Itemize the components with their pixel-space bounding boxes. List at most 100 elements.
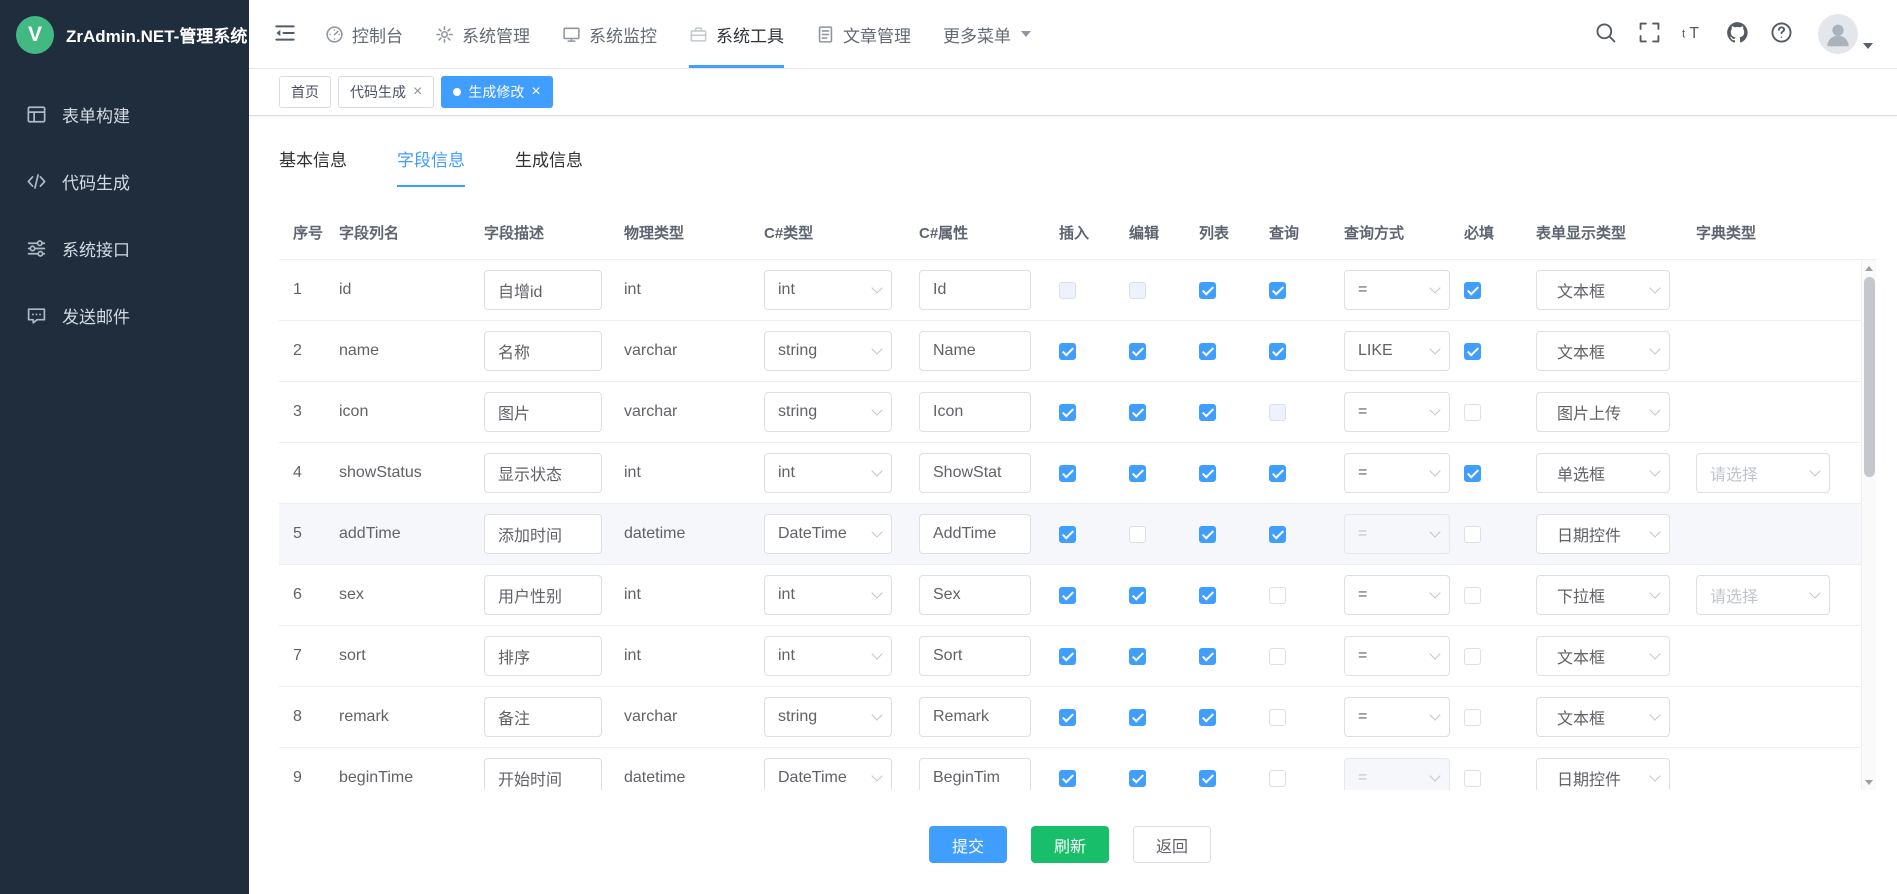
field-description-input[interactable] (484, 270, 602, 310)
csharp-type-select[interactable]: int (764, 453, 892, 493)
display-type-select[interactable]: 文本框 (1536, 270, 1670, 310)
display-type-select[interactable]: 文本框 (1536, 331, 1670, 371)
sidebar-toggle-button[interactable] (273, 21, 297, 48)
list-checkbox[interactable] (1199, 770, 1216, 787)
scroll-up-button[interactable] (1862, 260, 1876, 276)
dict-type-select[interactable]: 请选择 (1696, 453, 1830, 493)
submit-button[interactable]: 提交 (929, 826, 1007, 863)
sidebar-item-system-api[interactable]: 系统接口 (0, 215, 249, 282)
dict-type-select[interactable]: 请选择 (1696, 575, 1830, 615)
display-type-select[interactable]: 文本框 (1536, 697, 1670, 737)
csharp-type-select[interactable]: string (764, 392, 892, 432)
query-checkbox[interactable] (1269, 526, 1286, 543)
top-nav-more-menu[interactable]: 更多菜单 (943, 0, 1031, 68)
tag-code-gen[interactable]: 代码生成× (338, 76, 434, 108)
sidebar-item-form-build[interactable]: 表单构建 (0, 81, 249, 148)
close-icon[interactable]: × (531, 84, 540, 100)
list-checkbox[interactable] (1199, 404, 1216, 421)
field-description-input[interactable] (484, 758, 602, 790)
scroll-down-button[interactable] (1862, 774, 1876, 790)
help-button[interactable] (1770, 21, 1793, 47)
csharp-property-input[interactable] (919, 697, 1031, 737)
field-description-input[interactable] (484, 575, 602, 615)
back-button[interactable]: 返回 (1133, 826, 1211, 863)
query-method-select[interactable]: LIKE (1344, 331, 1450, 371)
display-type-select[interactable]: 下拉框 (1536, 575, 1670, 615)
top-nav-system-manage[interactable]: 系统管理 (435, 0, 530, 68)
required-checkbox[interactable] (1464, 465, 1481, 482)
close-icon[interactable]: × (413, 84, 422, 100)
search-button[interactable] (1594, 21, 1617, 47)
edit-checkbox[interactable] (1129, 770, 1146, 787)
table-scrollbar[interactable] (1861, 260, 1876, 790)
query-checkbox[interactable] (1269, 770, 1286, 787)
edit-checkbox[interactable] (1129, 587, 1146, 604)
csharp-type-select[interactable]: int (764, 575, 892, 615)
display-type-select[interactable]: 日期控件 (1536, 514, 1670, 554)
display-type-select[interactable]: 日期控件 (1536, 758, 1670, 790)
csharp-type-select[interactable]: string (764, 331, 892, 371)
query-checkbox[interactable] (1269, 465, 1286, 482)
list-checkbox[interactable] (1199, 282, 1216, 299)
required-checkbox[interactable] (1464, 770, 1481, 787)
field-description-input[interactable] (484, 392, 602, 432)
required-checkbox[interactable] (1464, 648, 1481, 665)
github-button[interactable] (1726, 21, 1749, 47)
edit-checkbox[interactable] (1129, 526, 1146, 543)
list-checkbox[interactable] (1199, 343, 1216, 360)
query-checkbox[interactable] (1269, 282, 1286, 299)
list-checkbox[interactable] (1199, 648, 1216, 665)
required-checkbox[interactable] (1464, 587, 1481, 604)
tab-field-info[interactable]: 字段信息 (397, 134, 465, 187)
required-checkbox[interactable] (1464, 282, 1481, 299)
required-checkbox[interactable] (1464, 709, 1481, 726)
csharp-property-input[interactable] (919, 270, 1031, 310)
query-checkbox[interactable] (1269, 343, 1286, 360)
tag-home[interactable]: 首页 (279, 76, 331, 108)
csharp-property-input[interactable] (919, 758, 1031, 790)
user-menu[interactable] (1818, 14, 1873, 54)
csharp-type-select[interactable]: string (764, 697, 892, 737)
field-description-input[interactable] (484, 453, 602, 493)
insert-checkbox[interactable] (1059, 770, 1076, 787)
list-checkbox[interactable] (1199, 465, 1216, 482)
top-nav-system-monitor[interactable]: 系统监控 (562, 0, 657, 68)
display-type-select[interactable]: 图片上传 (1536, 392, 1670, 432)
top-nav-console[interactable]: 控制台 (325, 0, 403, 68)
list-checkbox[interactable] (1199, 709, 1216, 726)
field-description-input[interactable] (484, 697, 602, 737)
edit-checkbox[interactable] (1129, 404, 1146, 421)
field-description-input[interactable] (484, 331, 602, 371)
tag-gen-edit[interactable]: 生成修改× (441, 76, 552, 108)
top-nav-article-manage[interactable]: 文章管理 (816, 0, 911, 68)
top-nav-system-tools[interactable]: 系统工具 (689, 0, 784, 68)
list-checkbox[interactable] (1199, 587, 1216, 604)
sidebar-item-send-mail[interactable]: 发送邮件 (0, 282, 249, 349)
required-checkbox[interactable] (1464, 404, 1481, 421)
field-description-input[interactable] (484, 636, 602, 676)
font-size-button[interactable]: tT (1682, 21, 1705, 47)
field-description-input[interactable] (484, 514, 602, 554)
csharp-type-select[interactable]: int (764, 636, 892, 676)
insert-checkbox[interactable] (1059, 709, 1076, 726)
query-method-select[interactable]: = (1344, 697, 1450, 737)
csharp-type-select[interactable]: int (764, 270, 892, 310)
csharp-property-input[interactable] (919, 575, 1031, 615)
query-method-select[interactable]: = (1344, 636, 1450, 676)
insert-checkbox[interactable] (1059, 465, 1076, 482)
display-type-select[interactable]: 单选框 (1536, 453, 1670, 493)
insert-checkbox[interactable] (1059, 526, 1076, 543)
query-method-select[interactable]: = (1344, 270, 1450, 310)
insert-checkbox[interactable] (1059, 404, 1076, 421)
query-checkbox[interactable] (1269, 648, 1286, 665)
csharp-type-select[interactable]: DateTime (764, 514, 892, 554)
insert-checkbox[interactable] (1059, 587, 1076, 604)
query-checkbox[interactable] (1269, 587, 1286, 604)
csharp-type-select[interactable]: DateTime (764, 758, 892, 790)
required-checkbox[interactable] (1464, 343, 1481, 360)
list-checkbox[interactable] (1199, 526, 1216, 543)
query-method-select[interactable]: = (1344, 392, 1450, 432)
tab-basic-info[interactable]: 基本信息 (279, 134, 347, 187)
query-checkbox[interactable] (1269, 709, 1286, 726)
insert-checkbox[interactable] (1059, 648, 1076, 665)
